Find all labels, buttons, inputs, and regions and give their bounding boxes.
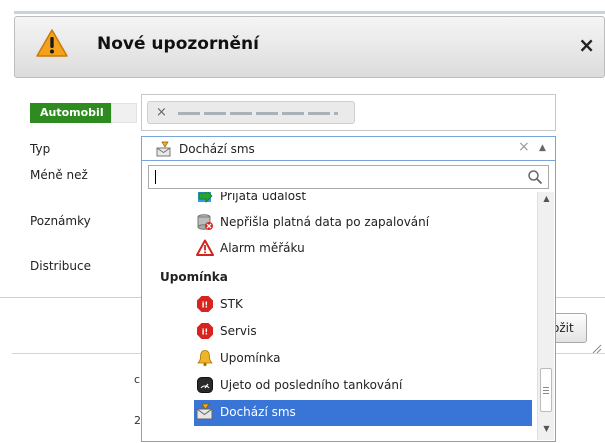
automobil-tab-tail — [111, 103, 137, 123]
database-error-icon — [197, 214, 213, 230]
vehicle-chip: × — [147, 101, 355, 124]
typ-dropdown: Přijata událost Nepřišla platná data po … — [141, 160, 556, 442]
bell-icon — [197, 350, 213, 367]
background-text: c — [134, 373, 141, 386]
chip-text-redacted — [178, 112, 338, 115]
list-item-label: Alarm měřáku — [220, 241, 305, 255]
chevron-up-icon[interactable]: ▲ — [539, 143, 546, 153]
automobil-tab[interactable]: Automobil — [30, 103, 111, 123]
distribuce-label: Distribuce — [30, 259, 92, 273]
divider — [0, 297, 141, 298]
list-item-label: Dochází sms — [220, 405, 296, 419]
text-caret — [155, 170, 156, 184]
scroll-down-icon[interactable]: ▼ — [538, 424, 555, 438]
search-icon — [528, 170, 543, 185]
list-item-label: Upomínka — [220, 351, 281, 365]
chip-remove-icon[interactable]: × — [156, 105, 167, 120]
typ-selected-value: Dochází sms — [179, 142, 255, 156]
list-item[interactable]: Ujeto od posledního tankování — [194, 373, 532, 399]
mene-nez-label: Méně než — [30, 168, 88, 182]
servis-icon: i! — [197, 323, 213, 339]
list-item-selected[interactable]: Dochází sms — [194, 400, 532, 426]
event-arrow-icon — [198, 192, 213, 203]
sms-envelope-icon — [156, 141, 171, 157]
typ-select[interactable]: Dochází sms × ▲ — [141, 136, 556, 160]
scrollbar-thumb[interactable] — [540, 368, 552, 412]
list-item[interactable]: Upomínka — [194, 346, 532, 372]
top-border — [14, 11, 605, 14]
dialog-header: Nové upozornění × — [14, 16, 605, 78]
stk-icon: i! — [197, 296, 213, 312]
automobil-field[interactable]: × — [141, 94, 556, 131]
list-item[interactable]: i! STK — [194, 292, 532, 318]
background-text: 2 — [134, 414, 141, 427]
warning-icon — [36, 29, 68, 57]
poznamky-label: Poznámky — [30, 214, 91, 228]
alarm-triangle-icon — [196, 239, 214, 256]
list-item[interactable]: Přijata událost — [194, 192, 532, 210]
list-item-label: Servis — [220, 324, 257, 338]
close-icon[interactable]: × — [578, 35, 595, 55]
list-item-label: Ujeto od posledního tankování — [220, 378, 403, 392]
dropdown-search-input[interactable] — [148, 165, 549, 189]
scroll-up-icon[interactable]: ▲ — [538, 194, 555, 208]
typ-label: Typ — [30, 142, 51, 156]
list-item[interactable]: Nepřišla platná data po zapalování — [194, 210, 532, 236]
clear-icon[interactable]: × — [518, 139, 530, 155]
dropdown-scrollbar[interactable]: ▲ ▼ — [537, 192, 554, 440]
list-item[interactable]: i! Servis — [194, 319, 532, 345]
svg-text:i!: i! — [202, 328, 208, 337]
list-item[interactable]: Alarm měřáku — [194, 236, 532, 262]
dialog-title: Nové upozornění — [97, 34, 259, 54]
group-label: Upomínka — [160, 270, 228, 284]
divider-right — [556, 297, 605, 298]
fuel-gauge-icon — [197, 377, 213, 393]
list-item-label: Přijata událost — [220, 192, 307, 203]
list-item-label: STK — [220, 297, 243, 311]
list-item-label: Nepřišla platná data po zapalování — [220, 215, 430, 229]
sms-envelope-icon — [196, 403, 213, 420]
dropdown-list: Přijata událost Nepřišla platná data po … — [142, 192, 537, 443]
svg-text:i!: i! — [202, 301, 208, 310]
